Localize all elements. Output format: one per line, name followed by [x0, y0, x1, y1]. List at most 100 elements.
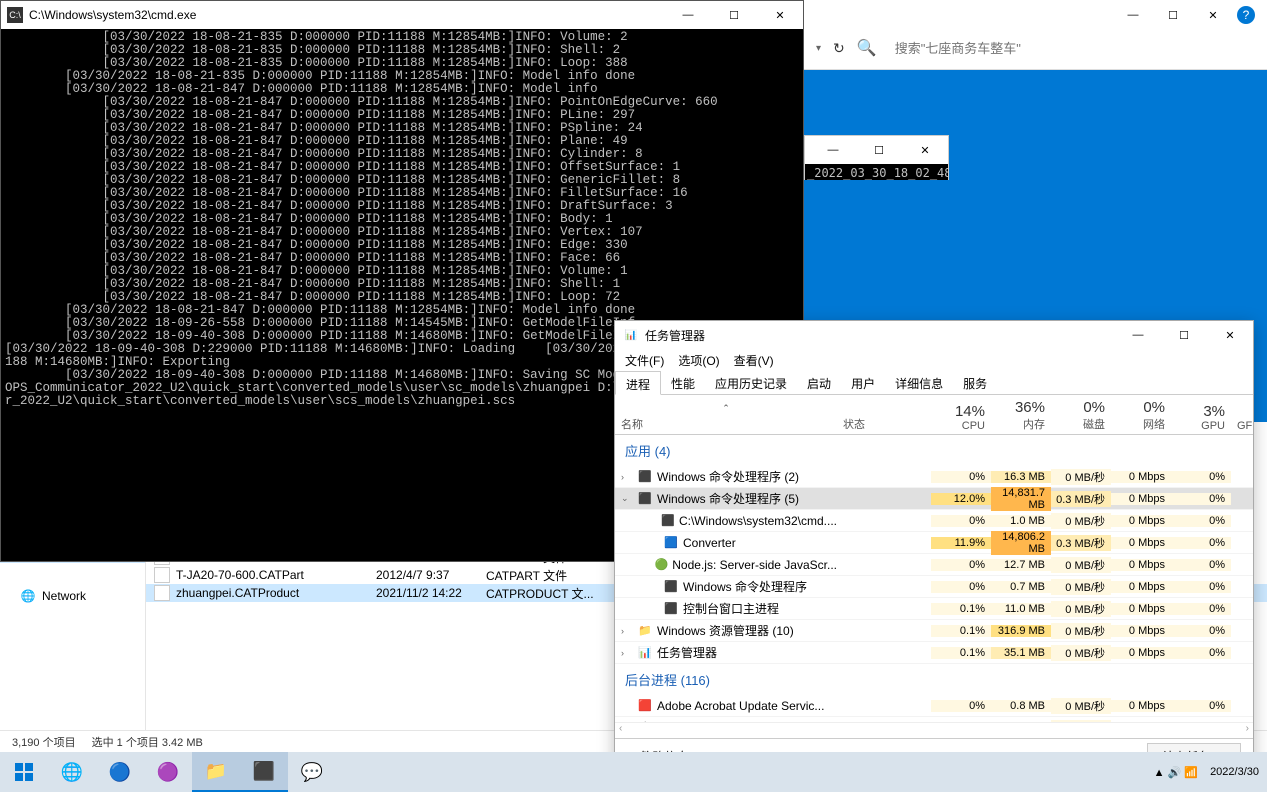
chrome-icon[interactable]: 🔵	[96, 752, 144, 792]
process-row[interactable]: ⬛ Windows 命令处理程序 0% 0.7 MB 0 MB/秒 0 Mbps…	[615, 576, 1253, 598]
disk-value: 0 MB/秒	[1051, 623, 1111, 639]
cpu-value: 0%	[931, 581, 991, 593]
menu-bar[interactable]: 文件(F) 选项(O) 查看(V)	[615, 349, 1253, 371]
gpu-value: 0%	[1171, 537, 1231, 549]
disk-value: 0 MB/秒	[1051, 469, 1111, 485]
process-list[interactable]: 应用 (4) › ⬛ Windows 命令处理程序 (2) 0% 16.3 MB…	[615, 435, 1253, 722]
process-icon: ⬛	[637, 469, 653, 485]
col-gpu-engine[interactable]: GF	[1231, 395, 1253, 434]
column-headers[interactable]: ⌃ 名称 状态 14%CPU36%内存0%磁盘0%网络3%GPU GF	[615, 395, 1253, 435]
cpu-value: 0%	[931, 471, 991, 483]
net-value: 0 Mbps	[1111, 603, 1171, 615]
process-row[interactable]: ⬛ C:\Windows\system32\cmd.... 0% 1.0 MB …	[615, 510, 1253, 532]
expand-icon[interactable]: ›	[621, 648, 633, 658]
start-button[interactable]	[0, 752, 48, 792]
maximize-button[interactable]: ☐	[856, 136, 902, 164]
process-name: Node.js: Server-side JavaScr...	[672, 558, 837, 572]
mem-value: 14,806.2 MB	[991, 531, 1051, 555]
tray-icons[interactable]: ▲ 🔊 📶	[1154, 766, 1198, 779]
cpu-value: 0.1%	[931, 603, 991, 615]
cpu-value: 0%	[931, 700, 991, 712]
visualstudio-icon[interactable]: 🟣	[144, 752, 192, 792]
process-icon: ⬛	[663, 579, 679, 595]
col-name[interactable]: 名称	[615, 414, 837, 434]
menu-item[interactable]: 选项(O)	[678, 352, 719, 369]
maximize-button[interactable]: ☐	[711, 1, 757, 29]
disk-value: 0 MB/秒	[1051, 557, 1111, 573]
tree-item[interactable]	[0, 563, 145, 585]
file-icon	[154, 585, 170, 601]
col-header[interactable]: 36%内存	[991, 395, 1051, 434]
window-title: C:\Windows\system32\cmd.exe	[29, 8, 665, 22]
cmd-taskbar-icon[interactable]: ⬛	[240, 752, 288, 792]
process-row[interactable]: ⬛ 控制台窗口主进程 0.1% 11.0 MB 0 MB/秒 0 Mbps 0%	[615, 598, 1253, 620]
process-row[interactable]: 🟦 Converter 11.9% 14,806.2 MB 0.3 MB/秒 0…	[615, 532, 1253, 554]
process-row[interactable]: › 📊 任务管理器 0.1% 35.1 MB 0 MB/秒 0 Mbps 0%	[615, 642, 1253, 664]
process-row[interactable]: ⌄ ⬛ Windows 命令处理程序 (5) 12.0% 14,831.7 MB…	[615, 488, 1253, 510]
tab[interactable]: 进程	[615, 371, 661, 395]
net-value: 0 Mbps	[1111, 625, 1171, 637]
process-row[interactable]: 🟥 Adobe Acrobat Update Servic... 0% 0.8 …	[615, 695, 1253, 717]
minimize-button[interactable]: —	[1117, 1, 1149, 29]
section-header: 应用 (4)	[615, 435, 1253, 466]
minimize-button[interactable]: —	[1115, 321, 1161, 349]
process-name: 任务管理器	[657, 644, 717, 661]
edge-icon[interactable]: 🌐	[48, 752, 96, 792]
process-icon: 📊	[637, 645, 653, 661]
taskbar-date[interactable]: 2022/3/30	[1210, 766, 1259, 778]
process-icon: ⬛	[637, 491, 653, 507]
close-button[interactable]: ✕	[1207, 321, 1253, 349]
tab[interactable]: 服务	[953, 371, 997, 394]
minimize-button[interactable]: —	[665, 1, 711, 29]
search-input[interactable]	[889, 35, 1255, 62]
tab-bar[interactable]: 进程性能应用历史记录启动用户详细信息服务	[615, 371, 1253, 395]
gpu-value: 0%	[1171, 647, 1231, 659]
col-header[interactable]: 0%磁盘	[1051, 395, 1111, 434]
expand-icon[interactable]: ⌄	[621, 493, 633, 504]
col-header[interactable]: 0%网络	[1111, 395, 1171, 434]
refresh-icon[interactable]: ↻	[833, 40, 845, 57]
process-row[interactable]: › 📁 Windows 资源管理器 (10) 0.1% 316.9 MB 0 M…	[615, 620, 1253, 642]
tree-item[interactable]: 🌐Network	[0, 585, 145, 607]
gpu-value: 0%	[1171, 493, 1231, 505]
task-manager-window[interactable]: 📊 任务管理器 — ☐ ✕ 文件(F) 选项(O) 查看(V) 进程性能应用历史记录…	[614, 320, 1254, 775]
col-header[interactable]: 14%CPU	[931, 395, 991, 434]
explorer-icon[interactable]: 📁	[192, 752, 240, 792]
tab[interactable]: 应用历史记录	[705, 371, 797, 394]
search-icon: 🔍	[857, 38, 877, 58]
minimize-button[interactable]: —	[810, 136, 856, 164]
taskbar[interactable]: 🌐 🔵 🟣 📁 ⬛ 💬 ▲ 🔊 📶 2022/3/30	[0, 752, 1267, 792]
close-button[interactable]: ✕	[1197, 1, 1229, 29]
maximize-button[interactable]: ☐	[1161, 321, 1207, 349]
folder-icon: 🌐	[20, 588, 36, 604]
help-icon[interactable]: ?	[1237, 6, 1255, 24]
tab[interactable]: 性能	[661, 371, 705, 394]
close-button[interactable]: ✕	[902, 136, 948, 164]
expand-icon[interactable]: ›	[621, 626, 633, 636]
tab[interactable]: 启动	[797, 371, 841, 394]
cmd-window-2[interactable]: — ☐ ✕ _2022_03_30_18_02_48	[804, 135, 949, 180]
tab[interactable]: 详细信息	[885, 371, 953, 394]
col-header[interactable]: 3%GPU	[1171, 395, 1231, 434]
menu-item[interactable]: 查看(V)	[734, 352, 774, 369]
process-row[interactable]: 🟢 Node.js: Server-side JavaScr... 0% 12.…	[615, 554, 1253, 576]
process-row[interactable]: › ⬛ Windows 命令处理程序 (2) 0% 16.3 MB 0 MB/秒…	[615, 466, 1253, 488]
net-value: 0 Mbps	[1111, 700, 1171, 712]
app-icon[interactable]: 💬	[288, 752, 336, 792]
expand-icon[interactable]: ›	[621, 472, 633, 482]
cpu-value: 0%	[931, 515, 991, 527]
status-selection: 选中 1 个项目 3.42 MB	[92, 734, 203, 749]
menu-item[interactable]: 文件(F)	[625, 352, 664, 369]
net-value: 0 Mbps	[1111, 493, 1171, 505]
close-button[interactable]: ✕	[757, 1, 803, 29]
maximize-button[interactable]: ☐	[1157, 1, 1189, 29]
chevron-down-icon[interactable]: ▾	[816, 43, 821, 54]
horizontal-scroll[interactable]: ‹›	[615, 722, 1253, 738]
process-name: 控制台窗口主进程	[683, 600, 779, 617]
file-icon	[154, 567, 170, 583]
tab[interactable]: 用户	[841, 371, 885, 394]
mem-value: 0.7 MB	[991, 581, 1051, 593]
col-status[interactable]: 状态	[837, 395, 931, 434]
disk-value: 0 MB/秒	[1051, 513, 1111, 529]
net-value: 0 Mbps	[1111, 471, 1171, 483]
